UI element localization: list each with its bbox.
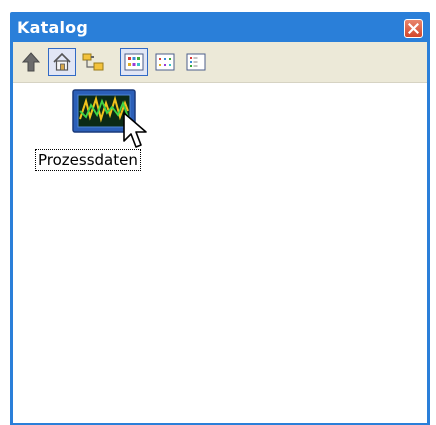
list-view-button[interactable] (182, 48, 210, 76)
window-title: Katalog (17, 17, 88, 37)
toolbar (13, 42, 427, 83)
tree-structure-icon (82, 53, 104, 71)
large-icons-view-icon (124, 53, 144, 71)
catalog-panel: Katalog Prozessdaten (10, 12, 430, 425)
catalog-content-area: Prozessdaten (13, 83, 427, 423)
close-icon (408, 22, 419, 34)
up-arrow-icon (21, 52, 41, 72)
tree-view-button[interactable] (79, 48, 107, 76)
catalog-item-prozessdaten[interactable]: Prozessdaten (35, 89, 175, 179)
mouse-pointer-icon (123, 112, 147, 148)
small-icons-button[interactable] (151, 48, 179, 76)
small-icons-view-icon (155, 53, 175, 71)
title-bar: Katalog (13, 12, 427, 42)
home-icon (53, 52, 71, 71)
catalog-item-label: Prozessdaten (35, 149, 141, 171)
large-icons-button[interactable] (120, 48, 148, 76)
close-button[interactable] (404, 18, 423, 38)
list-view-icon (186, 53, 206, 71)
home-button[interactable] (48, 48, 76, 76)
up-button[interactable] (17, 48, 45, 76)
